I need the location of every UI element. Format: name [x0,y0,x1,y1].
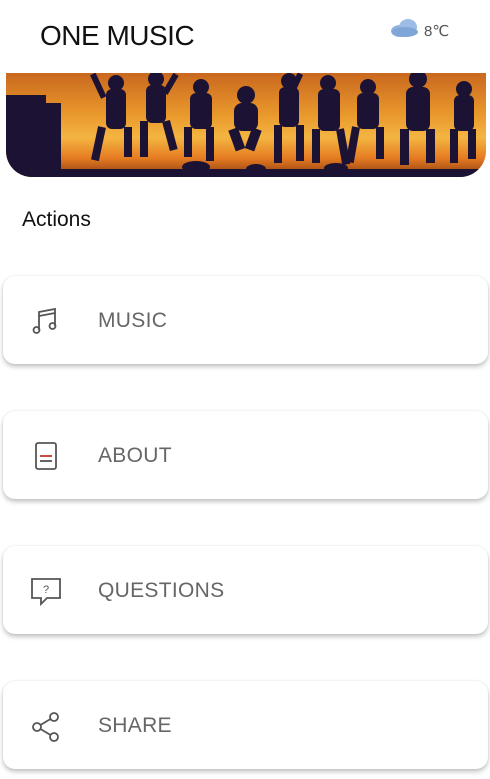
weather-temperature: 8℃ [424,22,450,40]
svg-text:?: ? [43,584,49,596]
weather-widget[interactable]: 8℃ [390,18,449,43]
about-action-label: ABOUT [98,444,172,467]
questions-action-label: QUESTIONS [98,579,225,602]
app-title: ONE MUSIC [40,20,195,51]
document-icon [29,439,63,473]
share-action-label: SHARE [98,714,172,737]
music-note-icon [29,304,63,338]
about-action-card[interactable]: ABOUT [3,411,488,499]
banner-image [6,73,486,177]
questions-action-card[interactable]: ? QUESTIONS [3,546,488,634]
share-icon [29,709,63,743]
actions-heading: Actions [22,208,91,231]
share-action-card[interactable]: SHARE [3,681,488,769]
music-action-label: MUSIC [98,309,168,332]
music-action-card[interactable]: MUSIC [3,276,488,364]
question-bubble-icon: ? [29,574,63,608]
cloud-icon [390,18,420,43]
